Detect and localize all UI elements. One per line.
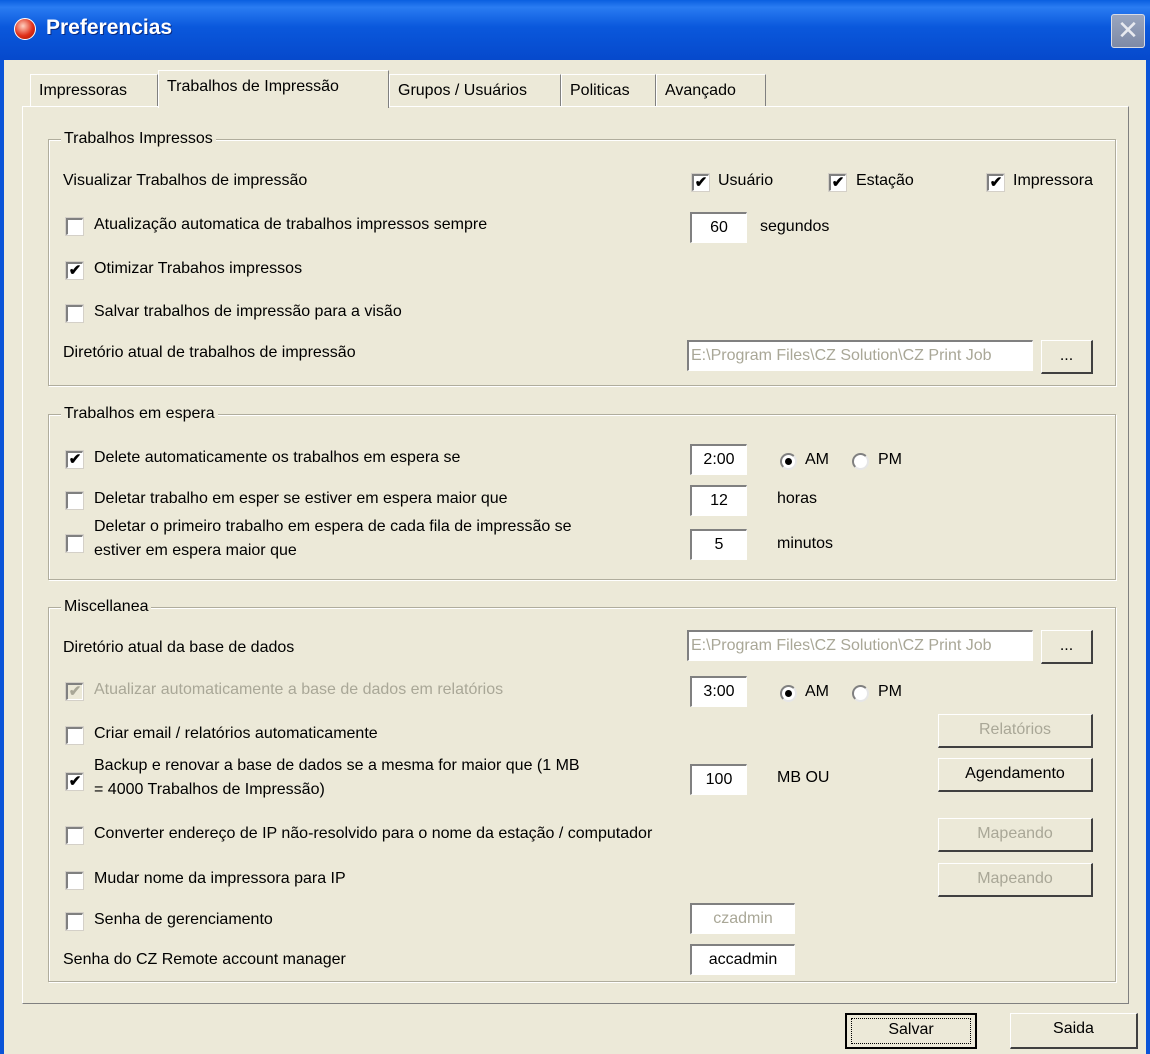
auto-delete-pm-label: PM	[878, 451, 902, 468]
tab-politicas[interactable]: Politicas	[561, 74, 656, 106]
exit-button[interactable]: Saida	[1010, 1013, 1138, 1049]
tab-grupos-usuarios[interactable]: Grupos / Usuários	[389, 74, 561, 106]
tab-trabalhos-de-impressao[interactable]: Trabalhos de Impressão	[158, 70, 389, 108]
optimize-checkbox[interactable]: ✔	[65, 261, 84, 280]
jobs-dir-field[interactable]: E:\Program Files\CZ Solution\CZ Print Jo…	[687, 340, 1033, 371]
convert-ip-label: Converter endereço de IP não-resolvido p…	[94, 825, 653, 842]
delete-first-checkbox[interactable]	[65, 534, 84, 553]
auto-delete-pm-radio[interactable]	[852, 453, 869, 470]
misc-legend: Miscellanea	[61, 598, 152, 616]
printed-jobs-legend: Trabalhos Impressos	[61, 130, 216, 148]
backup-unit: MB OU	[777, 769, 830, 786]
window-frame-left	[0, 60, 4, 1054]
rename-printer-label: Mudar nome da impressora para IP	[94, 870, 346, 887]
delete-first-label-line1: Deletar o primeiro trabalho em espera de…	[94, 518, 572, 535]
app-icon	[14, 18, 36, 40]
mapping-button-printer[interactable]: Mapeando	[938, 863, 1093, 897]
auto-delete-label: Delete automaticamente os trabalhos em e…	[94, 449, 461, 466]
view-user-label: Usuário	[718, 172, 774, 189]
db-dir-label: Diretório atual da base de dados	[63, 639, 295, 656]
auto-update-db-pm-label: PM	[878, 683, 902, 700]
schedule-button[interactable]: Agendamento	[938, 758, 1093, 792]
view-printer-checkbox[interactable]: ✔	[986, 173, 1005, 192]
close-icon: ✕	[1117, 15, 1139, 45]
create-email-label: Criar email / relatórios automaticamente	[94, 725, 378, 742]
delete-first-unit: minutos	[777, 535, 834, 552]
remote-password-input[interactable]: accadmin	[690, 944, 795, 975]
convert-ip-checkbox[interactable]	[65, 826, 84, 845]
view-jobs-label: Visualizar Trabalhos de impressão	[63, 172, 308, 189]
delete-older-hours-input[interactable]: 12	[690, 485, 747, 516]
auto-update-db-pm-radio[interactable]	[852, 685, 869, 702]
optimize-label: Otimizar Trabahos impressos	[94, 260, 303, 277]
create-email-checkbox[interactable]	[65, 726, 84, 745]
backup-size-input[interactable]: 100	[690, 764, 747, 795]
auto-update-checkbox[interactable]	[65, 217, 84, 236]
auto-update-db-am-label: AM	[805, 683, 829, 700]
delete-older-checkbox[interactable]	[65, 491, 84, 510]
auto-update-label: Atualização automatica de trabalhos impr…	[94, 216, 488, 233]
view-user-checkbox[interactable]: ✔	[691, 173, 710, 192]
title-bar[interactable]	[0, 0, 1150, 60]
mgmt-password-input[interactable]: czadmin	[690, 903, 795, 934]
backup-label-line1: Backup e renovar a base de dados se a me…	[94, 757, 580, 774]
auto-update-db-time-input[interactable]: 3:00	[690, 676, 747, 707]
jobs-dir-label: Diretório atual de trabalhos de impressã…	[63, 344, 356, 361]
window-title: Preferencias	[46, 16, 173, 39]
mgmt-password-label: Senha de gerenciamento	[94, 911, 273, 928]
delete-first-label-line2: estiver em espera maior que	[94, 542, 297, 559]
auto-delete-am-radio[interactable]	[780, 453, 797, 470]
mgmt-password-checkbox[interactable]	[65, 912, 84, 931]
save-jobs-label: Salvar trabalhos de impressão para a vis…	[94, 303, 402, 320]
jobs-dir-browse-button[interactable]: ...	[1041, 340, 1093, 374]
auto-update-seconds-input[interactable]: 60	[690, 212, 747, 243]
view-station-label: Estação	[856, 172, 914, 189]
auto-delete-am-label: AM	[805, 451, 829, 468]
reports-button[interactable]: Relatórios	[938, 714, 1093, 748]
delete-older-unit: horas	[777, 490, 818, 507]
remote-password-label: Senha do CZ Remote account manager	[63, 951, 346, 968]
tab-avancado[interactable]: Avançado	[656, 74, 766, 106]
window-frame-right	[1146, 60, 1150, 1054]
save-button[interactable]: Salvar	[845, 1013, 977, 1049]
save-button-label: Salvar	[851, 1018, 971, 1044]
db-dir-browse-button[interactable]: ...	[1041, 630, 1093, 664]
mapping-button-ip[interactable]: Mapeando	[938, 818, 1093, 852]
backup-label-line2: = 4000 Trabalhos de Impressão)	[94, 781, 325, 798]
delete-first-minutes-input[interactable]: 5	[690, 529, 747, 560]
auto-delete-checkbox[interactable]: ✔	[65, 450, 84, 469]
db-dir-field[interactable]: E:\Program Files\CZ Solution\CZ Print Jo…	[687, 630, 1033, 661]
tab-impressoras[interactable]: Impressoras	[30, 74, 158, 106]
view-printer-label: Impressora	[1013, 172, 1094, 189]
delete-older-label: Deletar trabalho em esper se estiver em …	[94, 490, 508, 507]
held-jobs-legend: Trabalhos em espera	[61, 405, 218, 423]
auto-delete-time-input[interactable]: 2:00	[690, 444, 747, 475]
save-jobs-checkbox[interactable]	[65, 304, 84, 323]
view-station-checkbox[interactable]: ✔	[828, 173, 847, 192]
close-button[interactable]: ✕	[1111, 14, 1145, 48]
auto-update-db-checkbox[interactable]: ✔	[65, 682, 84, 701]
auto-update-db-label: Atualizar automaticamente a base de dado…	[94, 681, 504, 698]
rename-printer-checkbox[interactable]	[65, 871, 84, 890]
auto-update-unit: segundos	[760, 218, 830, 235]
backup-checkbox[interactable]: ✔	[65, 772, 84, 791]
auto-update-db-am-radio[interactable]	[780, 685, 797, 702]
